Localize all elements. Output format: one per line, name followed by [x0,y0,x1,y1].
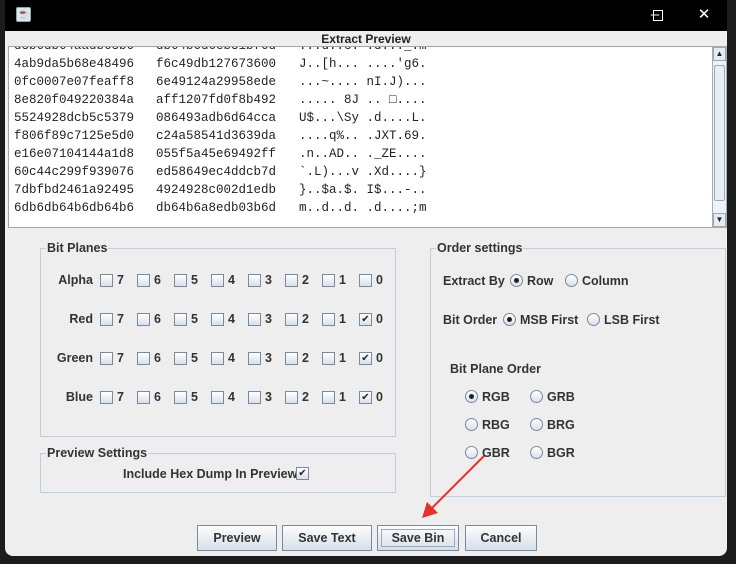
annotation-arrow [422,455,485,518]
